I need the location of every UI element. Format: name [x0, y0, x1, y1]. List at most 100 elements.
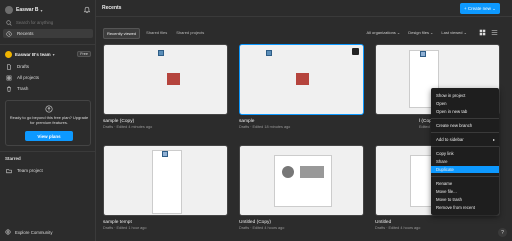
file-context-menu: Show in project Open Open in new tab Cre…: [431, 88, 499, 215]
page-title: Recents: [102, 5, 122, 11]
promo-text: Ready to go beyond this free plan? Upgra…: [9, 115, 89, 125]
folder-icon: [6, 168, 12, 173]
search-input[interactable]: [16, 20, 86, 25]
file-card[interactable]: Untitled (Copy) Drafts · Edited 4 hours …: [239, 145, 364, 230]
menu-item-remove-from-recent[interactable]: Remove from recent: [431, 204, 499, 211]
file-title: sample (Copy): [103, 119, 135, 124]
tab-shared-files[interactable]: Shared files: [143, 28, 170, 39]
grid-icon: [6, 75, 12, 80]
help-button[interactable]: ?: [498, 228, 507, 237]
explore-community-link[interactable]: Explore Community: [5, 229, 53, 235]
menu-separator: [431, 132, 499, 133]
file-thumbnail[interactable]: [103, 44, 228, 115]
file-title: sample: [239, 119, 255, 124]
menu-item-move-to-trash[interactable]: Move to trash: [431, 196, 499, 203]
file-title: sample tempt: [103, 220, 132, 225]
starred-item-team-project[interactable]: Team project: [3, 166, 93, 175]
team-avatar: [5, 51, 12, 58]
filters: All organizations ⌄ Design files ⌄ Last …: [358, 30, 467, 35]
menu-item-show-in-project[interactable]: Show in project: [431, 92, 499, 99]
explore-label: Explore Community: [15, 229, 53, 235]
more-options-icon[interactable]: [352, 48, 359, 55]
file-meta: Drafts · Edited 4 minutes ago: [103, 125, 153, 129]
file-icon: [7, 63, 11, 70]
globe-icon: [5, 229, 11, 235]
user-name: Easwar B: [16, 7, 39, 13]
file-meta: Drafts · Edited 4 hours ago: [239, 226, 285, 230]
sidebar-item-label: Trash: [17, 86, 29, 91]
organization-filter[interactable]: All organizations ⌄: [366, 30, 400, 35]
view-toggle: [474, 28, 498, 36]
upgrade-icon: [45, 105, 53, 113]
sidebar-item-drafts[interactable]: Drafts: [3, 62, 93, 71]
image-placeholder: [282, 166, 294, 178]
clock-icon: [6, 30, 12, 37]
file-type-filter[interactable]: Design files ⌄: [408, 30, 433, 35]
plan-badge: Free: [77, 51, 91, 57]
frame-thumbnail: [420, 51, 426, 57]
grid-view-icon[interactable]: [478, 28, 486, 36]
file-meta: Drafts · Edited 1 hour ago: [103, 226, 147, 230]
frame-thumbnail: [158, 50, 164, 56]
chevron-down-icon: ▾: [52, 52, 55, 57]
sidebar: Easwar B ▾ Recents Easwar B's team ▾ Fre…: [0, 0, 96, 241]
image-placeholder: [300, 166, 324, 178]
upgrade-promo: Ready to go beyond this free plan? Upgra…: [5, 100, 91, 146]
tab-recently-viewed[interactable]: Recently viewed: [103, 28, 141, 39]
team-name: Easwar B's team: [15, 52, 51, 57]
main-content: Recents + Create new ⌄ Recently viewed S…: [96, 0, 512, 241]
shape-thumbnail: [167, 73, 180, 85]
file-thumbnail[interactable]: [239, 145, 364, 216]
file-thumbnail[interactable]: [103, 145, 228, 216]
menu-item-create-branch[interactable]: Create new branch: [431, 122, 499, 129]
search-icon: [6, 19, 12, 26]
sort-filter[interactable]: Last viewed ⌄: [441, 30, 467, 35]
page-thumbnail: [274, 155, 332, 207]
sidebar-item-label: Drafts: [17, 64, 30, 69]
file-meta: Drafts · Edited 4 hours ago: [375, 226, 421, 230]
file-meta: Drafts · Edited 18 minutes ago: [239, 125, 291, 129]
frame-thumbnail: [162, 151, 168, 157]
chevron-down-icon: ▾: [40, 7, 43, 13]
sidebar-item-all-projects[interactable]: All projects: [3, 73, 93, 82]
trash-icon: [7, 86, 11, 92]
menu-separator: [431, 176, 499, 177]
menu-item-open-new-tab[interactable]: Open in new tab: [431, 108, 499, 115]
shape-thumbnail: [296, 73, 309, 85]
divider: [0, 151, 96, 152]
bell-icon[interactable]: [83, 6, 91, 14]
menu-item-copy-link[interactable]: Copy link: [431, 150, 499, 157]
file-card[interactable]: sample Drafts · Edited 18 minutes ago: [239, 44, 364, 129]
sidebar-item-trash[interactable]: Trash: [3, 84, 93, 93]
create-new-button[interactable]: + Create new ⌄: [460, 3, 500, 14]
chevron-right-icon: ▸: [492, 137, 495, 142]
header: Recents + Create new ⌄: [96, 0, 512, 17]
file-card[interactable]: sample tempt Drafts · Edited 1 hour ago: [103, 145, 228, 230]
team-switcher[interactable]: Easwar B's team ▾ Free: [5, 50, 91, 59]
file-title: Untitled: [375, 220, 392, 225]
search-bar[interactable]: [5, 18, 91, 27]
sidebar-item-label: Team project: [17, 168, 43, 173]
starred-heading: Starred: [5, 156, 21, 161]
sidebar-item-label: All projects: [17, 75, 40, 80]
menu-item-add-to-sidebar[interactable]: Add to sidebar ▸: [431, 136, 499, 143]
list-view-icon[interactable]: [490, 28, 498, 36]
menu-item-open[interactable]: Open: [431, 100, 499, 107]
page-thumbnail: [152, 150, 182, 214]
file-thumbnail[interactable]: [239, 44, 364, 115]
menu-item-duplicate[interactable]: Duplicate: [431, 166, 499, 173]
file-title: Untitled (Copy): [239, 220, 271, 225]
sidebar-item-label: Recents: [17, 31, 34, 36]
tab-shared-projects[interactable]: Shared projects: [173, 28, 207, 39]
sidebar-item-recents[interactable]: Recents: [3, 29, 93, 38]
file-tabs: Recently viewed Shared files Shared proj…: [103, 28, 210, 39]
menu-item-rename[interactable]: Rename: [431, 180, 499, 187]
menu-item-share[interactable]: Share: [431, 158, 499, 165]
avatar: [5, 6, 13, 14]
account-switcher[interactable]: Easwar B ▾: [5, 5, 91, 15]
divider: [0, 44, 96, 45]
file-card[interactable]: sample (Copy) Drafts · Edited 4 minutes …: [103, 44, 228, 129]
menu-item-move-file[interactable]: Move file...: [431, 188, 499, 195]
view-plans-button[interactable]: View plans: [25, 131, 73, 141]
menu-item-label: Add to sidebar: [436, 137, 464, 142]
